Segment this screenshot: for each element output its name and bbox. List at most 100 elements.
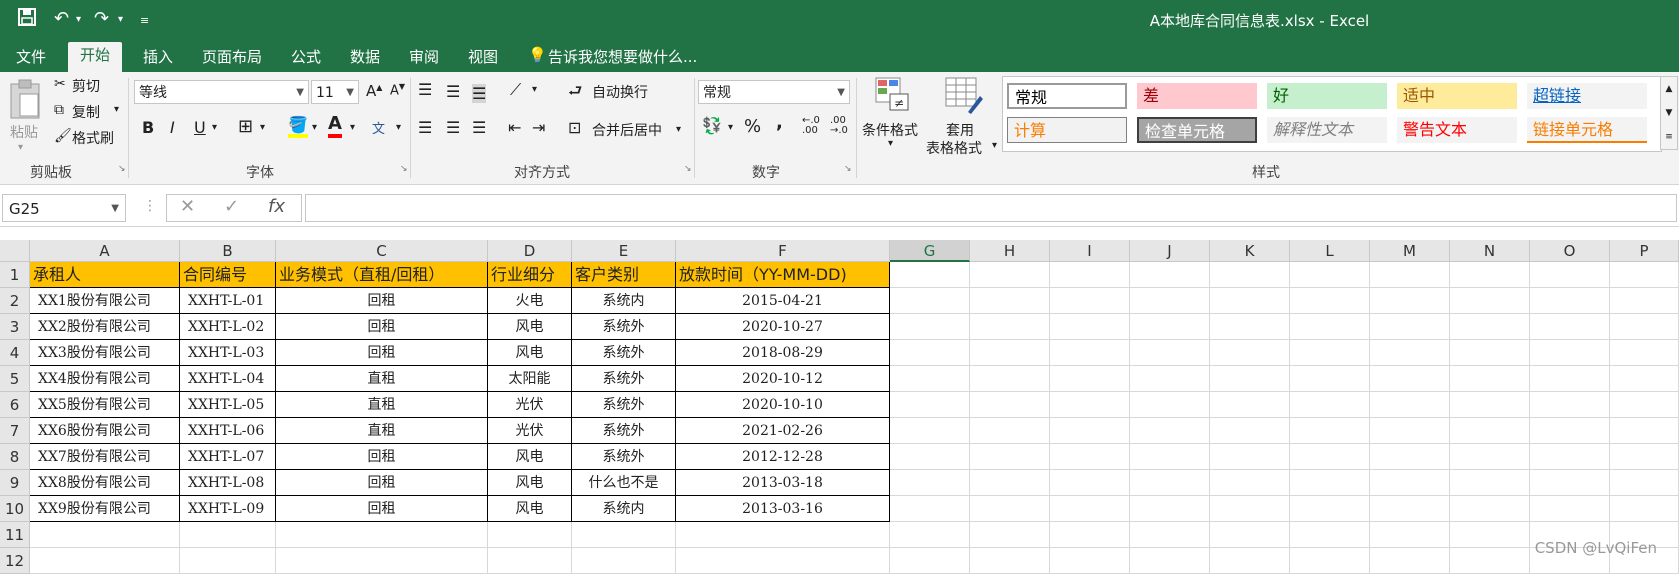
data-cell[interactable]: XX9股份有限公司 — [30, 496, 180, 522]
cell[interactable] — [1450, 262, 1530, 288]
cell[interactable] — [30, 548, 180, 574]
cell[interactable] — [1050, 522, 1130, 548]
column-header[interactable]: G — [890, 240, 970, 262]
cell[interactable] — [1130, 288, 1210, 314]
cell[interactable] — [1450, 418, 1530, 444]
tab-data[interactable]: 数据 — [350, 46, 380, 67]
gallery-scroll[interactable]: ▲ ▼ ≡ — [1660, 76, 1678, 150]
cell[interactable] — [970, 418, 1050, 444]
header-cell[interactable]: 合同编号 — [180, 262, 276, 288]
cell[interactable] — [1370, 444, 1450, 470]
cell[interactable] — [1130, 470, 1210, 496]
cell[interactable] — [1130, 366, 1210, 392]
data-cell[interactable]: 直租 — [276, 392, 488, 418]
data-cell[interactable]: XX1股份有限公司 — [30, 288, 180, 314]
fill-color-icon[interactable]: 🪣 — [288, 116, 308, 138]
cell[interactable] — [1130, 314, 1210, 340]
cell[interactable] — [1210, 392, 1290, 418]
data-cell[interactable]: 回租 — [276, 444, 488, 470]
merge-center-icon[interactable]: ⊡ — [568, 118, 581, 137]
cell[interactable] — [1130, 262, 1210, 288]
cancel-button[interactable]: ✕ — [180, 196, 195, 217]
number-format-select[interactable]: 常规 ▼ — [698, 80, 850, 104]
align-right-icon[interactable]: ☰ — [472, 118, 486, 137]
data-cell[interactable]: 回租 — [276, 314, 488, 340]
increase-decimal-icon[interactable]: ←.0.00 — [802, 116, 820, 136]
cell[interactable] — [1210, 496, 1290, 522]
column-header[interactable]: I — [1050, 240, 1130, 262]
column-header[interactable]: J — [1130, 240, 1210, 262]
copy-dropdown-icon[interactable]: ▾ — [114, 104, 119, 115]
orientation-icon[interactable]: ⟋ — [510, 80, 521, 100]
font-launcher-icon[interactable]: ↘ — [400, 164, 408, 174]
cell[interactable] — [1610, 392, 1679, 418]
data-cell[interactable]: 回租 — [276, 470, 488, 496]
header-cell[interactable]: 业务模式（直租/回租） — [276, 262, 488, 288]
copy-icon[interactable]: ⧉ — [54, 102, 64, 118]
cell[interactable] — [890, 522, 970, 548]
insert-function-button[interactable]: fx — [268, 196, 285, 217]
column-header[interactable]: F — [676, 240, 890, 262]
font-size-select[interactable]: 11 ▼ — [311, 80, 359, 104]
cell[interactable] — [1450, 548, 1530, 574]
cut-button[interactable]: 剪切 — [72, 76, 100, 96]
row-header[interactable]: 3 — [0, 314, 30, 340]
cell[interactable] — [180, 548, 276, 574]
decrease-decimal-icon[interactable]: .00 →.0 — [830, 116, 848, 136]
cell[interactable] — [890, 444, 970, 470]
cell[interactable] — [1290, 366, 1370, 392]
row-header[interactable]: 6 — [0, 392, 30, 418]
data-cell[interactable]: XX2股份有限公司 — [30, 314, 180, 340]
data-cell[interactable]: XXHT-L-08 — [180, 470, 276, 496]
data-cell[interactable]: 风电 — [488, 470, 572, 496]
cell[interactable] — [1130, 444, 1210, 470]
cell[interactable] — [1210, 288, 1290, 314]
merge-center-button[interactable]: 合并后居中 — [592, 120, 662, 140]
data-cell[interactable]: 2013-03-18 — [676, 470, 890, 496]
data-cell[interactable]: 2021-02-26 — [676, 418, 890, 444]
conditional-format-button[interactable]: 条件格式 — [862, 120, 918, 140]
align-bottom-icon[interactable]: ☰ — [472, 84, 487, 103]
data-cell[interactable]: XXHT-L-04 — [180, 366, 276, 392]
formula-input[interactable] — [305, 194, 1677, 222]
cell[interactable] — [572, 522, 676, 548]
cell[interactable] — [676, 548, 890, 574]
cell[interactable] — [890, 288, 970, 314]
cell[interactable] — [1450, 496, 1530, 522]
alignment-launcher-icon[interactable]: ↘ — [684, 164, 692, 174]
cell[interactable] — [1370, 392, 1450, 418]
cell[interactable] — [1130, 548, 1210, 574]
cell[interactable] — [890, 262, 970, 288]
cell[interactable] — [1370, 288, 1450, 314]
column-header[interactable]: C — [276, 240, 488, 262]
data-cell[interactable]: XXHT-L-07 — [180, 444, 276, 470]
cell[interactable] — [1050, 288, 1130, 314]
tab-insert[interactable]: 插入 — [143, 46, 173, 67]
cell[interactable] — [1370, 366, 1450, 392]
cell[interactable] — [1210, 262, 1290, 288]
cell[interactable] — [1450, 314, 1530, 340]
cell[interactable] — [970, 314, 1050, 340]
column-header[interactable]: E — [572, 240, 676, 262]
data-cell[interactable]: 回租 — [276, 340, 488, 366]
tab-review[interactable]: 审阅 — [409, 46, 439, 67]
cell[interactable] — [1530, 392, 1610, 418]
cell[interactable] — [1050, 496, 1130, 522]
cell[interactable] — [276, 522, 488, 548]
header-cell[interactable]: 承租人 — [30, 262, 180, 288]
cell[interactable] — [1370, 314, 1450, 340]
data-cell[interactable]: 回租 — [276, 288, 488, 314]
tab-file[interactable]: 文件 — [16, 46, 46, 67]
cell[interactable] — [1210, 366, 1290, 392]
accounting-icon[interactable]: 💱 — [702, 116, 722, 135]
bold-button[interactable]: B — [142, 118, 154, 137]
data-cell[interactable]: 系统外 — [572, 392, 676, 418]
cell[interactable] — [1530, 314, 1610, 340]
merge-dropdown-icon[interactable]: ▾ — [676, 124, 681, 135]
italic-button[interactable]: I — [170, 118, 175, 137]
data-cell[interactable]: XX6股份有限公司 — [30, 418, 180, 444]
column-header[interactable]: H — [970, 240, 1050, 262]
borders-dropdown-icon[interactable]: ▾ — [260, 122, 265, 133]
column-header[interactable]: L — [1290, 240, 1370, 262]
cell[interactable] — [1370, 470, 1450, 496]
